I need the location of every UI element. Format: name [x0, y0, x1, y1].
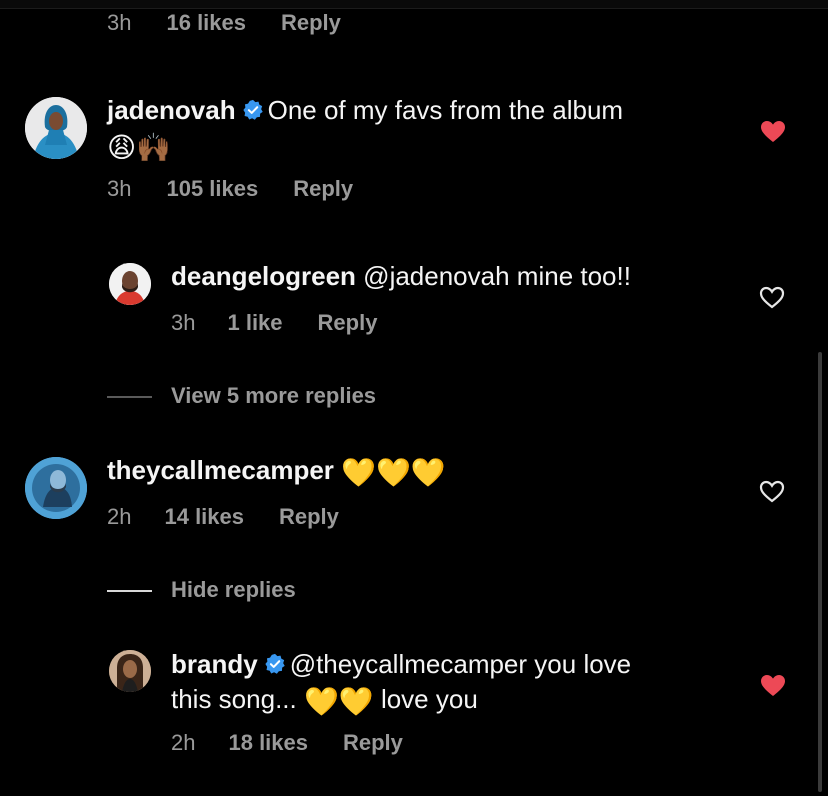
comment-time: 3h [107, 10, 132, 35]
thread-line [107, 396, 152, 398]
reply-button[interactable]: Reply [279, 504, 339, 530]
verified-badge-icon [242, 96, 264, 129]
comment-text: love you [380, 684, 478, 714]
likes-count[interactable]: 18 likes [228, 730, 308, 756]
liked-heart-icon[interactable] [760, 120, 786, 144]
username[interactable]: jadenovah [107, 95, 236, 125]
reply-button[interactable]: Reply [318, 310, 378, 336]
verified-badge-icon [264, 650, 286, 683]
reply-button[interactable]: Reply [281, 10, 341, 36]
username[interactable]: theycallmecamper [107, 455, 334, 485]
avatar[interactable] [109, 650, 151, 692]
emoji-line: 😩🙌🏾 [107, 131, 172, 163]
comment-meta: 2h 14 likes Reply [107, 504, 339, 530]
thread-line [107, 590, 152, 592]
comment-body: theycallmecamper 💛💛💛 [107, 454, 727, 489]
avatar[interactable] [25, 97, 87, 159]
comment-time: 3h [107, 176, 132, 201]
mention-link[interactable]: @theycallmecamper [290, 649, 527, 679]
comment-meta: 3h 1 like Reply [171, 310, 377, 336]
comment-time: 2h [171, 730, 196, 755]
comment-body: deangelogreen @jadenovah mine too!! [171, 260, 731, 293]
comment-text: One of my favs from the album [267, 95, 624, 125]
heart-outline-icon[interactable] [759, 286, 785, 310]
liked-heart-icon[interactable] [760, 674, 786, 698]
top-edge [0, 0, 828, 9]
likes-count[interactable]: 14 likes [164, 504, 244, 530]
heart-outline-icon[interactable] [759, 480, 785, 504]
likes-count[interactable]: 1 like [227, 310, 282, 336]
comment-text: mine too!! [516, 261, 631, 291]
username[interactable]: brandy [171, 649, 258, 679]
view-more-replies-button[interactable]: View 5 more replies [171, 383, 376, 409]
comment-meta: 3h 105 likes Reply [107, 176, 353, 202]
reply-button[interactable]: Reply [343, 730, 403, 756]
comment-time: 3h [171, 310, 196, 335]
comment-text: this song... [171, 684, 297, 714]
reply-button[interactable]: Reply [293, 176, 353, 202]
comment-text: you love [534, 649, 632, 679]
comment-meta: 2h 18 likes Reply [171, 730, 403, 756]
yellow-hearts: 💛💛 [303, 685, 374, 717]
mention-link[interactable]: @jadenovah [363, 261, 509, 291]
likes-count[interactable]: 16 likes [166, 10, 246, 36]
username[interactable]: deangelogreen [171, 261, 356, 291]
hide-replies-button[interactable]: Hide replies [171, 577, 296, 603]
comment-body: brandy @theycallmecamper you love this s… [171, 648, 731, 718]
yellow-hearts: 💛💛💛 [341, 456, 446, 488]
likes-count[interactable]: 105 likes [166, 176, 258, 202]
prev-comment-meta: 3h 16 likes Reply [107, 10, 341, 36]
avatar[interactable] [25, 457, 87, 519]
avatar[interactable] [109, 263, 151, 305]
comment-body: jadenovah One of my favs from the album … [107, 94, 727, 164]
comment-time: 2h [107, 504, 132, 529]
scrollbar[interactable] [818, 352, 822, 792]
